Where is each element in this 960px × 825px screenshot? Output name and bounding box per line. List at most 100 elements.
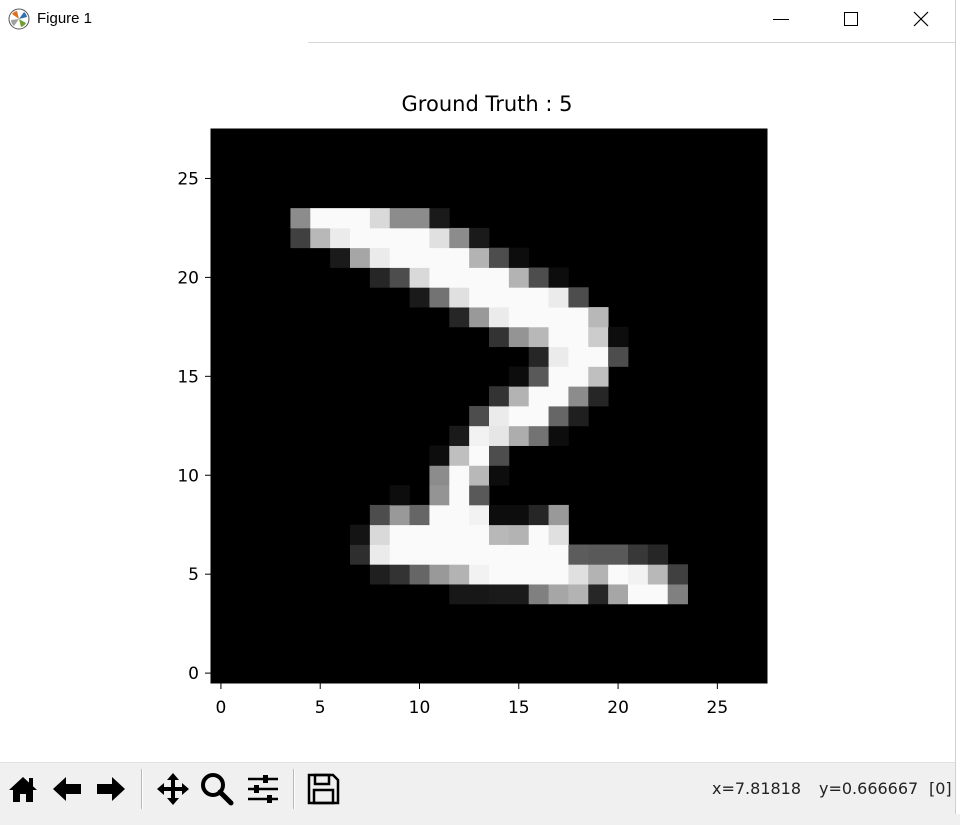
image-pixel — [469, 524, 490, 545]
image-pixel — [489, 287, 510, 308]
image-pixel — [369, 524, 391, 545]
image-pixel — [449, 445, 470, 466]
image-pixel — [449, 544, 470, 565]
image-pixel — [628, 564, 649, 585]
sliders-icon — [248, 775, 278, 803]
y-tick-label: 5 — [188, 565, 199, 585]
image-pixel — [369, 564, 391, 585]
image-pixel — [489, 386, 510, 407]
configure-subplots-button[interactable] — [243, 767, 283, 811]
x-tick-label: 0 — [216, 698, 227, 718]
image-pixel — [508, 564, 530, 585]
home-button[interactable] — [3, 767, 43, 811]
image-pixel — [290, 208, 311, 229]
image-pixel — [548, 544, 569, 565]
image-pixel — [429, 267, 450, 288]
image-pixel — [508, 425, 530, 446]
magnifier-icon — [201, 773, 234, 806]
image-pixel — [409, 227, 430, 249]
image-pixel — [508, 267, 530, 288]
image-pixel — [469, 504, 490, 526]
image-pixel — [409, 267, 430, 288]
image-pixel — [469, 445, 490, 466]
floppy-disk-icon — [307, 773, 340, 805]
image-pixel — [469, 247, 490, 268]
image-pixel — [469, 287, 490, 308]
x-tick-label: 10 — [409, 698, 431, 718]
image-pixel — [409, 287, 430, 308]
image-pixel — [389, 485, 410, 506]
image-pixel — [588, 326, 609, 348]
image-pixel — [350, 247, 371, 268]
back-button[interactable] — [47, 767, 87, 811]
image-pixel — [429, 287, 450, 308]
image-pixel — [548, 346, 569, 367]
image-pixel — [489, 524, 510, 545]
image-pixel — [429, 485, 450, 506]
image-pixel — [667, 584, 688, 605]
image-pixel — [449, 307, 470, 328]
image-pixel — [389, 524, 410, 545]
image-pixel — [608, 564, 629, 585]
image-pixel — [449, 524, 470, 545]
image-pixel — [489, 307, 510, 328]
image-pixel — [528, 326, 549, 348]
image-pixel — [508, 326, 530, 348]
image-pixel — [429, 564, 450, 585]
image-pixel — [489, 465, 510, 486]
image-pixel — [389, 247, 410, 268]
image-pixel — [489, 425, 510, 446]
image-pixel — [508, 287, 530, 308]
image-pixel — [330, 227, 351, 249]
image-pixel — [489, 267, 510, 288]
toolbar-separator-highlight — [294, 769, 295, 809]
zoom-button[interactable] — [197, 767, 237, 811]
image-pixel — [568, 386, 589, 407]
image-pixel — [449, 247, 470, 268]
image-pixel — [588, 307, 609, 328]
x-tick-label: 15 — [508, 698, 530, 718]
x-tick-label: 20 — [607, 698, 629, 718]
image-pixel — [449, 584, 470, 605]
cursor-y-readout: y=0.666667 — [819, 779, 919, 798]
image-pixel — [508, 307, 530, 328]
image-pixel — [409, 504, 430, 526]
y-tick-label: 25 — [177, 169, 199, 189]
image-pixel — [489, 445, 510, 466]
image-pixel — [548, 267, 569, 288]
image-pixel — [508, 406, 530, 427]
image-pixel — [489, 504, 510, 526]
save-button[interactable] — [303, 767, 343, 811]
image-pixel — [389, 544, 410, 565]
image-pixel — [290, 227, 311, 249]
image-pixel — [369, 267, 391, 288]
window-bottom-edge — [0, 814, 960, 825]
image-pixel — [508, 386, 530, 407]
image-pixel — [409, 208, 430, 229]
image-pixel — [568, 584, 589, 605]
image-pixel — [528, 366, 549, 387]
image-pixel — [628, 544, 649, 565]
image-pixel — [528, 425, 549, 446]
y-tick-label: 10 — [177, 466, 199, 486]
image-pixel — [647, 584, 669, 605]
image-pixel — [429, 247, 450, 268]
image-pixel — [369, 208, 391, 229]
image-pixel — [389, 267, 410, 288]
image-pixel — [429, 504, 450, 526]
image-pixel — [350, 544, 371, 565]
image-pixel — [568, 406, 589, 427]
image-plot[interactable]: 0 5 10 15 20 25 0 5 10 15 20 25 — [0, 0, 955, 760]
pan-button[interactable] — [153, 767, 193, 811]
image-pixel — [548, 307, 569, 328]
image-pixel — [469, 485, 490, 506]
toolbar-separator-highlight — [142, 769, 143, 809]
image-pixel — [310, 208, 331, 229]
image-pixel — [489, 247, 510, 268]
image-pixel — [548, 504, 569, 526]
image-pixel — [449, 504, 470, 526]
image-pixel — [528, 307, 549, 328]
image-pixel — [528, 406, 549, 427]
forward-button[interactable] — [91, 767, 131, 811]
image-pixel — [469, 425, 490, 446]
